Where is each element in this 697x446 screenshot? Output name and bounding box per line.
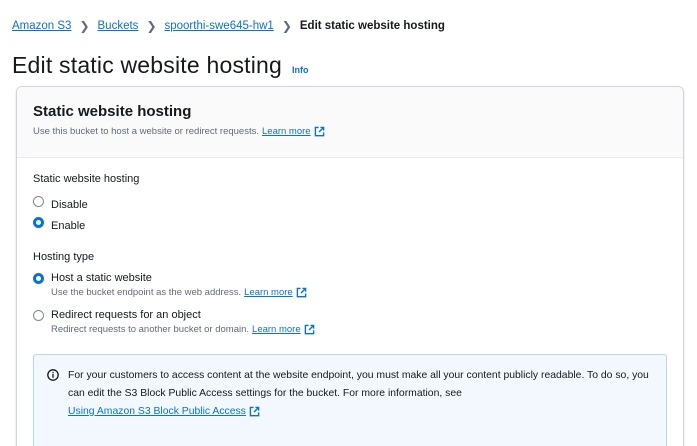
host-static-learn-more-link[interactable]: Learn more	[244, 287, 293, 298]
radio-enable-label: Enable	[51, 220, 86, 232]
panel-title: Static website hosting	[33, 103, 192, 120]
external-link-icon	[249, 406, 260, 417]
breadcrumb-current: Edit static website hosting	[299, 20, 445, 32]
radio-disable-label: Disable	[51, 199, 88, 211]
page-header: Edit static website hosting Info	[12, 52, 309, 79]
radio-button-unchecked[interactable]	[33, 196, 44, 207]
info-alert: For your customers to access content at …	[33, 354, 667, 446]
chevron-right-icon: ❯	[146, 19, 157, 33]
breadcrumb-link-bucket[interactable]: spoorthi-swe645-hw1	[165, 20, 274, 32]
page-title: Edit static website hosting	[12, 52, 283, 78]
radio-enable[interactable]: Enable	[33, 216, 85, 234]
radio-button-checked[interactable]	[33, 217, 44, 228]
radio-redirect-label: Redirect requests for an object	[51, 309, 201, 321]
external-link-icon	[314, 126, 324, 137]
external-link-icon	[304, 324, 314, 335]
chevron-right-icon: ❯	[281, 19, 292, 33]
info-icon	[47, 369, 59, 381]
breadcrumb-link-amazon-s3[interactable]: Amazon S3	[12, 20, 71, 32]
info-link[interactable]: Info	[292, 65, 309, 75]
radio-host-static-description-text: Use the bucket endpoint as the web addre…	[51, 287, 242, 298]
radio-host-static-website[interactable]: Host a static website Use the bucket end…	[33, 272, 307, 298]
radio-button-checked[interactable]	[33, 273, 44, 284]
info-alert-text: For your customers to access content at …	[68, 367, 654, 421]
block-public-access-link[interactable]: Using Amazon S3 Block Public Access	[68, 406, 246, 417]
radio-host-static-label: Host a static website	[51, 272, 152, 284]
redirect-learn-more-link[interactable]: Learn more	[252, 324, 301, 335]
hosting-field-label: Static website hosting	[33, 173, 140, 185]
panel-description-text: Use this bucket to host a website or red…	[33, 126, 259, 137]
radio-redirect-requests[interactable]: Redirect requests for an object Redirect…	[33, 309, 315, 335]
chevron-right-icon: ❯	[79, 19, 90, 33]
panel-description: Use this bucket to host a website or red…	[33, 126, 683, 137]
radio-disable[interactable]: Disable	[33, 195, 88, 213]
hosting-type-label: Hosting type	[33, 251, 95, 263]
radio-redirect-description-text: Redirect requests to another bucket or d…	[51, 324, 250, 335]
radio-host-static-description: Use the bucket endpoint as the web addre…	[51, 287, 307, 298]
static-website-hosting-panel: Static website hosting Use this bucket t…	[16, 86, 684, 446]
radio-button-unchecked[interactable]	[33, 310, 44, 321]
breadcrumb: Amazon S3 ❯ Buckets ❯ spoorthi-swe645-hw…	[12, 17, 445, 35]
radio-redirect-description: Redirect requests to another bucket or d…	[51, 324, 315, 335]
panel-header: Static website hosting Use this bucket t…	[17, 87, 683, 158]
breadcrumb-link-buckets[interactable]: Buckets	[98, 20, 139, 32]
external-link-icon	[296, 287, 307, 298]
panel-learn-more-link[interactable]: Learn more	[262, 126, 311, 137]
info-alert-message: For your customers to access content at …	[68, 370, 649, 399]
